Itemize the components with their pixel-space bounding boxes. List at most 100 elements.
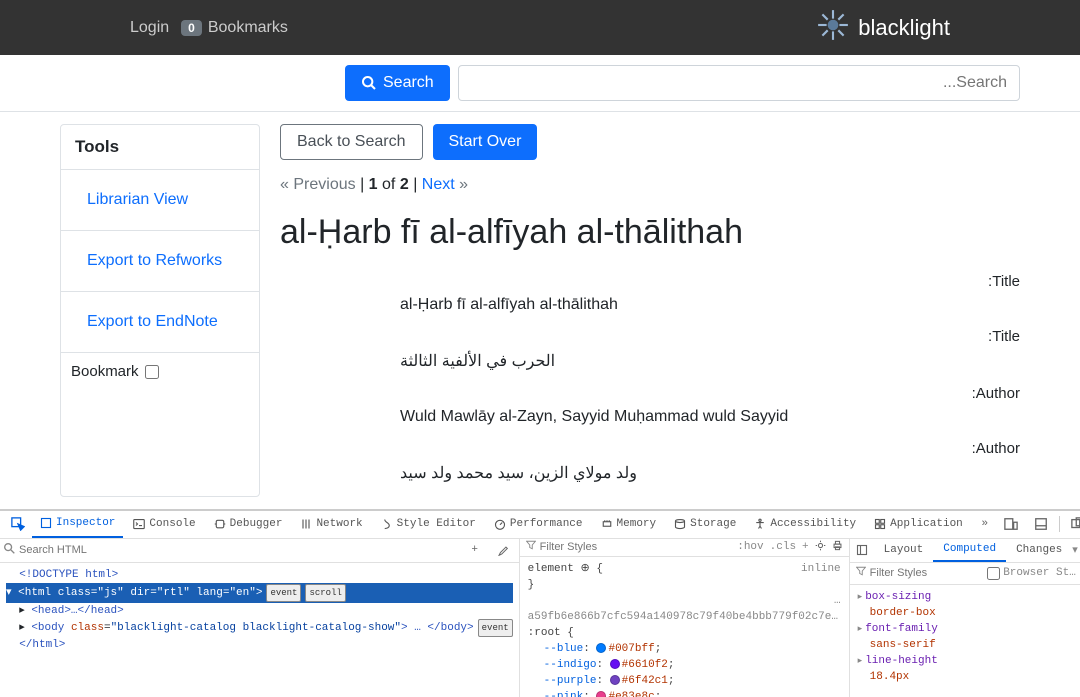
- brand-name: blacklight: [858, 15, 950, 41]
- page-position: 1: [369, 176, 378, 193]
- right-tab-layout[interactable]: Layout: [874, 539, 934, 562]
- bookmark-toggle[interactable]: Bookmark: [61, 353, 259, 390]
- computed-panel: Layout Computed Changes ▾ Browser St… bo…: [850, 539, 1080, 697]
- styles-panel: :hov .cls + element ⊕ { inline } …a59fb6…: [520, 539, 850, 697]
- devtools-tab-memory[interactable]: Memory: [593, 511, 665, 538]
- page-total: 2: [400, 176, 409, 193]
- sidebar-heading: Tools: [61, 125, 259, 170]
- separator: |: [360, 176, 364, 193]
- tree-head-element[interactable]: ▸ <head>…</head>: [6, 603, 513, 619]
- brand[interactable]: blacklight: [816, 8, 1060, 47]
- tools-sidebar: Tools Librarian View Export to Refworks …: [60, 124, 260, 497]
- sidebar-item-librarian-view[interactable]: Librarian View: [61, 170, 259, 231]
- devtools-tab-accessibility[interactable]: Accessibility: [746, 511, 864, 538]
- event-badge[interactable]: event: [266, 584, 301, 602]
- search-input[interactable]: [458, 65, 1020, 101]
- hov-toggle[interactable]: :hov: [737, 541, 763, 553]
- field-label: :Title: [280, 328, 1020, 351]
- of-label: of: [382, 176, 395, 193]
- search-button-label: Search: [383, 74, 434, 92]
- browser-styles-checkbox[interactable]: [987, 567, 1000, 580]
- devtools-tab-inspector[interactable]: Inspector: [32, 511, 123, 538]
- print-mode-icon[interactable]: [832, 540, 843, 555]
- tree-body-element[interactable]: ▸ <body class="blacklight-catalog blackl…: [6, 619, 513, 637]
- main-container: Tools Librarian View Export to Refworks …: [60, 112, 1020, 509]
- sidebar-item-label: Export to EndNote: [87, 313, 218, 330]
- search-button[interactable]: Search: [345, 65, 450, 101]
- devtools: Inspector Console Debugger Network Style…: [0, 509, 1080, 697]
- computed-filter-input[interactable]: [870, 567, 930, 579]
- devtools-tab-performance[interactable]: Performance: [486, 511, 591, 538]
- devtools-tabbar: Inspector Console Debugger Network Style…: [0, 511, 1080, 539]
- dock-side-icon[interactable]: [1029, 512, 1053, 536]
- computed-list[interactable]: box-sizingborder-boxfont-familysans-seri…: [850, 585, 1080, 689]
- top-nav: Login 0 Bookmarks blacklight: [0, 0, 1080, 55]
- dom-panel: + <!DOCTYPE html> ▾ <html class="js" dir…: [0, 539, 520, 697]
- dom-search-input[interactable]: [19, 544, 459, 556]
- stylesheet-source[interactable]: …a59fb6e866b7cfc594a140978c79f40be4bbb77…: [528, 593, 841, 625]
- start-over-button[interactable]: Start Over: [433, 124, 538, 160]
- devtools-overflow-icon[interactable]: »: [973, 512, 997, 536]
- search-icon: [361, 75, 377, 91]
- chevron-down-icon[interactable]: ▾: [1072, 543, 1080, 557]
- next-link[interactable]: Next: [422, 176, 455, 193]
- bookmarks-label: Bookmarks: [208, 19, 288, 37]
- separator: |: [413, 176, 417, 193]
- tree-doctype[interactable]: <!DOCTYPE html>: [6, 567, 513, 583]
- styles-rules[interactable]: element ⊕ { inline } …a59fb6e866b7cfc594…: [520, 557, 849, 697]
- sidebar-item-label: Export to Refworks: [87, 252, 222, 269]
- brand-icon: [816, 8, 850, 47]
- tree-html-element[interactable]: ▾ <html class="js" dir="rtl" lang="en">e…: [6, 583, 513, 603]
- search-icon: [4, 543, 15, 558]
- field-value: الحرب في الألفية الثالثة: [280, 351, 1020, 385]
- devtools-tab-network[interactable]: Network: [292, 511, 370, 538]
- browser-styles-toggle[interactable]: Browser St…: [987, 567, 1076, 580]
- responsive-mode-icon[interactable]: [999, 512, 1023, 536]
- sidebar-item-export-endnote[interactable]: Export to EndNote: [61, 292, 259, 353]
- field-value: Wuld Mawlāy al-Zayn, Sayyid Muḥammad wul…: [280, 408, 1020, 440]
- bookmark-checkbox[interactable]: [145, 365, 159, 379]
- devtools-tab-debugger[interactable]: Debugger: [206, 511, 291, 538]
- devtools-tab-application[interactable]: Application: [866, 511, 971, 538]
- bookmarks-link[interactable]: 0 Bookmarks: [181, 19, 288, 37]
- scroll-badge[interactable]: scroll: [305, 584, 345, 602]
- inline-label: inline: [801, 561, 841, 577]
- field-value: al-Ḥarb fī al-alfīyah al-thālithah: [280, 296, 1020, 328]
- right-tab-computed[interactable]: Computed: [933, 539, 1006, 562]
- back-to-search-button[interactable]: Back to Search: [280, 124, 423, 160]
- styles-filter-input[interactable]: [540, 541, 610, 553]
- field-label: :Title: [280, 273, 1020, 296]
- pagination: « Previous | 1 of 2 | Next »: [280, 176, 1020, 194]
- dom-tree[interactable]: <!DOCTYPE html> ▾ <html class="js" dir="…: [0, 563, 519, 657]
- prev-symbol: «: [280, 176, 289, 193]
- sidebar-item-label: Librarian View: [87, 191, 188, 208]
- login-link[interactable]: Login: [130, 19, 169, 37]
- new-rule-icon[interactable]: +: [802, 541, 809, 553]
- devtools-tab-style-editor[interactable]: Style Editor: [373, 511, 484, 538]
- selector-target-icon[interactable]: ⊕: [580, 563, 589, 575]
- eyedropper-icon[interactable]: [491, 538, 515, 562]
- right-tab-changes[interactable]: Changes: [1006, 539, 1072, 562]
- search-row: Search: [0, 55, 1080, 112]
- cls-toggle[interactable]: .cls: [770, 541, 796, 553]
- main-content: Back to Search Start Over « Previous | 1…: [280, 124, 1020, 497]
- separate-window-icon[interactable]: [1066, 512, 1080, 536]
- dom-search: +: [0, 539, 519, 563]
- prev-label: Previous: [293, 176, 355, 193]
- record-fields: :Title al-Ḥarb fī al-alfīyah al-thālitha…: [280, 273, 1020, 497]
- top-buttons: Back to Search Start Over: [280, 124, 1020, 160]
- tree-html-close[interactable]: </html>: [6, 637, 513, 653]
- sidebar-item-export-refworks[interactable]: Export to Refworks: [61, 231, 259, 292]
- devtools-tab-storage[interactable]: Storage: [666, 511, 744, 538]
- next-symbol: »: [459, 176, 468, 193]
- event-badge[interactable]: event: [478, 619, 513, 637]
- inspect-element-icon[interactable]: [6, 512, 30, 536]
- filter-icon: [526, 540, 536, 554]
- element-selector: element: [528, 563, 574, 575]
- add-node-icon[interactable]: +: [463, 538, 487, 562]
- devtools-tab-console[interactable]: Console: [125, 511, 203, 538]
- root-selector: :root: [528, 627, 561, 639]
- light-mode-icon[interactable]: [815, 540, 826, 555]
- toggle-panel-icon[interactable]: [850, 538, 874, 562]
- record-title: al-Ḥarb fī al-alfīyah al-thālithah: [280, 212, 1020, 253]
